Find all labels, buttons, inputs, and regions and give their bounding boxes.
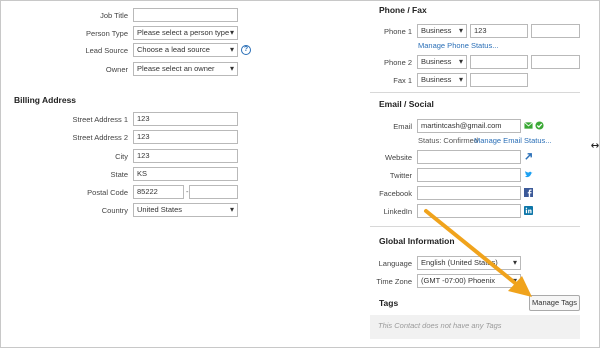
phone-1-type-select[interactable]: Business bbox=[417, 24, 467, 38]
time-zone-label: Time Zone bbox=[376, 277, 412, 286]
postal-code-label: Postal Code bbox=[87, 188, 128, 197]
section-divider bbox=[370, 92, 580, 93]
city-input[interactable]: 123 bbox=[133, 149, 238, 163]
phone-2-type-select[interactable]: Business bbox=[417, 55, 467, 69]
twitter-icon[interactable] bbox=[524, 170, 533, 179]
twitter-label: Twitter bbox=[389, 171, 412, 180]
city-label: City bbox=[115, 152, 128, 161]
street-address-2-input[interactable]: 123 bbox=[133, 130, 238, 144]
country-select[interactable]: United States bbox=[133, 203, 238, 217]
facebook-icon[interactable] bbox=[524, 188, 533, 197]
state-input[interactable]: KS bbox=[133, 167, 238, 181]
street-address-1-label: Street Address 1 bbox=[72, 115, 128, 124]
help-icon[interactable]: ? bbox=[241, 45, 251, 55]
manage-email-status-link[interactable]: Manage Email Status... bbox=[474, 136, 552, 145]
tags-heading: Tags bbox=[379, 298, 399, 308]
fax-1-label: Fax 1 bbox=[393, 76, 412, 85]
phone-2-input[interactable] bbox=[470, 55, 528, 69]
phone-fax-heading: Phone / Fax bbox=[379, 5, 427, 15]
owner-label: Owner bbox=[105, 65, 128, 74]
phone-1-label: Phone 1 bbox=[384, 27, 412, 36]
website-label: Website bbox=[385, 153, 412, 162]
postal-code-input[interactable]: 85222 bbox=[133, 185, 184, 199]
phone-2-label: Phone 2 bbox=[384, 58, 412, 67]
email-social-heading: Email / Social bbox=[379, 99, 434, 109]
annotation-arrow bbox=[424, 209, 532, 297]
phone-1-ext-input[interactable] bbox=[531, 24, 580, 38]
lead-source-label: Lead Source bbox=[85, 46, 128, 55]
billing-address-heading: Billing Address bbox=[14, 95, 77, 105]
phone-2-ext-input[interactable] bbox=[531, 55, 580, 69]
language-label: Language bbox=[378, 259, 412, 268]
check-circle-icon bbox=[535, 121, 544, 130]
manage-phone-status-link[interactable]: Manage Phone Status... bbox=[418, 41, 498, 50]
person-type-label: Person Type bbox=[86, 29, 128, 38]
state-label: State bbox=[110, 170, 128, 179]
facebook-input[interactable] bbox=[417, 186, 521, 200]
website-input[interactable] bbox=[417, 150, 521, 164]
mouse-cursor-icon bbox=[591, 143, 599, 148]
postal-code-ext-input[interactable] bbox=[189, 185, 238, 199]
email-input[interactable]: martintcash@gmail.com bbox=[417, 119, 521, 133]
linkedin-label: LinkedIn bbox=[383, 207, 412, 216]
fax-1-input[interactable] bbox=[470, 73, 528, 87]
tags-empty-message: This Contact does not have any Tags bbox=[370, 315, 580, 339]
lead-source-select[interactable]: Choose a lead source bbox=[133, 43, 238, 57]
facebook-label: Facebook bbox=[379, 189, 412, 198]
job-title-input[interactable] bbox=[133, 8, 238, 22]
email-send-icon[interactable] bbox=[524, 121, 533, 130]
country-label: Country bbox=[101, 206, 128, 215]
phone-1-input[interactable]: 123 bbox=[470, 24, 528, 38]
email-status-text: Status: Confirmed bbox=[418, 136, 479, 145]
person-type-select[interactable]: Please select a person type bbox=[133, 26, 238, 40]
twitter-input[interactable] bbox=[417, 168, 521, 182]
owner-select[interactable]: Please select an owner bbox=[133, 62, 238, 76]
street-address-1-input[interactable]: 123 bbox=[133, 112, 238, 126]
street-address-2-label: Street Address 2 bbox=[72, 133, 128, 142]
fax-1-type-select[interactable]: Business bbox=[417, 73, 467, 87]
job-title-label: Job Title bbox=[100, 11, 128, 20]
email-label: Email bbox=[393, 122, 412, 131]
external-link-icon[interactable] bbox=[524, 152, 533, 161]
